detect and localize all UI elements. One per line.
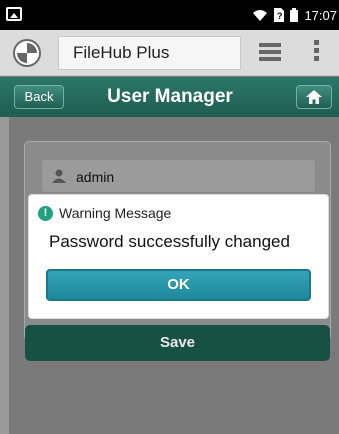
warning-dialog: ! Warning Message Password successfully … (28, 194, 329, 319)
app-title: FileHub Plus (58, 36, 241, 70)
stack-icon[interactable] (259, 43, 281, 61)
home-button[interactable] (296, 85, 332, 109)
back-button[interactable]: Back (14, 85, 64, 109)
clock-time: 17:07 (304, 7, 337, 23)
status-icons: ? 17:07 (252, 6, 337, 24)
wifi-icon (253, 9, 268, 21)
sim-icon: ? (274, 8, 285, 22)
app-logo-icon[interactable] (13, 39, 41, 67)
nav-bar: Back User Manager (0, 77, 339, 117)
scroll-edge (0, 117, 9, 434)
home-icon (306, 90, 322, 104)
exclamation-icon: ! (38, 205, 53, 221)
svg-text:?: ? (277, 11, 283, 21)
person-icon (52, 169, 66, 183)
page-title: User Manager (107, 86, 233, 107)
status-bar: ? 17:07 (0, 0, 339, 30)
save-button[interactable]: Save (25, 325, 330, 361)
dialog-title: Warning Message (59, 205, 172, 221)
username-value: admin (76, 169, 115, 185)
app-bar: FileHub Plus (0, 30, 339, 76)
image-icon (6, 7, 22, 21)
username-field[interactable]: admin (41, 159, 316, 193)
battery-icon (290, 8, 299, 22)
ok-button[interactable]: OK (46, 269, 311, 301)
kebab-menu-icon[interactable] (314, 40, 320, 64)
dialog-message: Password successfully changed (49, 232, 290, 251)
dialog-header: ! Warning Message (38, 204, 171, 222)
